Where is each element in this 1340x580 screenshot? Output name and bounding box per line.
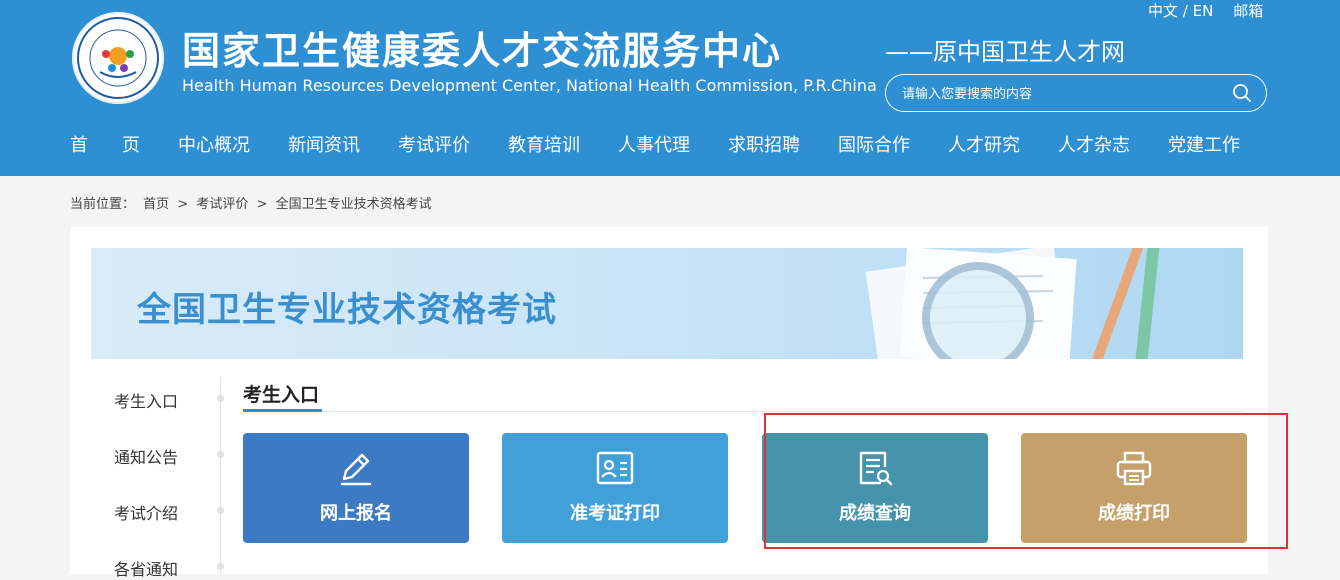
nav-item-magazine[interactable]: 人才杂志: [1058, 126, 1130, 166]
site-title-en: Health Human Resources Development Cente…: [182, 76, 877, 95]
card-label: 准考证打印: [570, 503, 660, 524]
top-links: 中文 / EN 邮箱: [1148, 0, 1263, 21]
card-label: 网上报名: [320, 503, 392, 524]
banner-illustration: [865, 248, 1161, 359]
breadcrumb-current: 全国卫生专业技术资格考试: [275, 197, 432, 212]
mail-link[interactable]: 邮箱: [1233, 2, 1263, 20]
highlight-box: [764, 413, 1288, 549]
nav-item-international[interactable]: 国际合作: [838, 126, 910, 166]
id-card-icon: [596, 451, 634, 485]
sidebar-item-notices[interactable]: 通知公告: [114, 444, 178, 468]
nav-item-party[interactable]: 党建工作: [1168, 126, 1240, 166]
search-input[interactable]: [900, 83, 1224, 105]
sidebar-item-intro[interactable]: 考试介绍: [114, 500, 178, 524]
breadcrumb-separator: >: [177, 197, 189, 212]
breadcrumb: 当前位置： 首页 > 考试评价 > 全国卫生专业技术资格考试: [70, 193, 436, 212]
breadcrumb-separator: >: [256, 197, 268, 212]
nav-item-news[interactable]: 新闻资讯: [288, 126, 360, 166]
nav-item-jobs[interactable]: 求职招聘: [728, 126, 800, 166]
online-registration-button[interactable]: 网上报名: [243, 433, 469, 543]
nav-item-about[interactable]: 中心概况: [178, 126, 250, 166]
site-logo[interactable]: [72, 12, 164, 104]
nav-item-exam[interactable]: 考试评价: [398, 126, 470, 166]
banner-title: 全国卫生专业技术资格考试: [137, 290, 557, 330]
site-header: 国家卫生健康委人才交流服务中心 Health Human Resources D…: [0, 0, 1340, 176]
sidebar-divider: [220, 378, 221, 574]
sidebar-dot: [217, 507, 224, 514]
breadcrumb-exam[interactable]: 考试评价: [196, 197, 248, 212]
nav-item-home[interactable]: 首页: [70, 126, 174, 166]
page-banner: 全国卫生专业技术资格考试: [91, 248, 1243, 359]
sidebar-item-entrance[interactable]: 考生入口: [114, 388, 178, 412]
pen-edit-icon: [340, 453, 372, 486]
section-title: 考生入口: [243, 384, 320, 406]
breadcrumb-prefix: 当前位置：: [70, 197, 136, 212]
section-title-underline: [243, 409, 322, 412]
sidebar-item-provinces[interactable]: 各省通知: [114, 556, 178, 580]
site-title-cn: 国家卫生健康委人才交流服务中心: [182, 29, 783, 73]
admission-ticket-print-button[interactable]: 准考证打印: [502, 433, 728, 543]
nav-item-training[interactable]: 教育培训: [508, 126, 580, 166]
sidebar-dot: [217, 451, 224, 458]
sidebar-dot: [217, 563, 224, 570]
breadcrumb-home[interactable]: 首页: [143, 197, 169, 212]
sidebar-dot: [217, 395, 224, 402]
section-divider: [243, 411, 1245, 412]
language-switch[interactable]: 中文 / EN: [1148, 2, 1213, 20]
nav-item-research[interactable]: 人才研究: [948, 126, 1020, 166]
site-subtitle: ——原中国卫生人才网: [885, 38, 1125, 66]
main-nav: 首页 中心概况 新闻资讯 考试评价 教育培训 人事代理 求职招聘 国际合作 人才…: [70, 126, 1278, 166]
nav-item-personnel[interactable]: 人事代理: [618, 126, 690, 166]
search-icon[interactable]: [1232, 83, 1252, 103]
search-box: [885, 74, 1267, 112]
